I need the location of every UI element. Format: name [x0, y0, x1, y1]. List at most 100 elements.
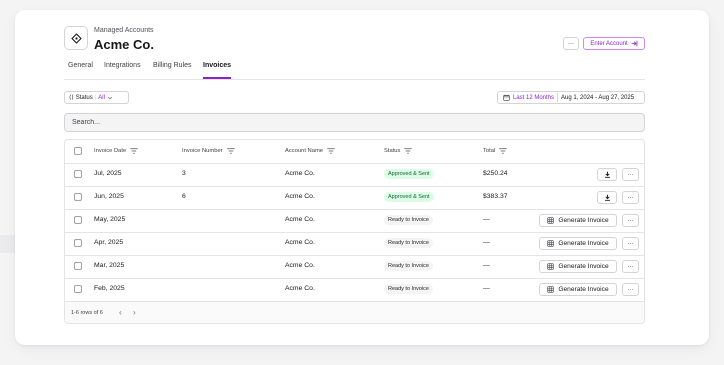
invoice-icon	[547, 263, 555, 270]
invoice-icon	[547, 217, 555, 224]
invoice-total: —	[483, 262, 490, 269]
invoice-icon	[547, 286, 555, 293]
invoice-date: Mar, 2025	[94, 262, 125, 269]
row-checkbox[interactable]	[74, 285, 82, 293]
enter-account-button[interactable]: Enter Account	[583, 37, 645, 50]
row-more-button[interactable]: ···	[622, 237, 639, 250]
table-footer: 1-6 rows of 6 ‹ ›	[65, 302, 644, 323]
row-checkbox[interactable]	[74, 170, 82, 178]
column-invoice-date[interactable]: Invoice Date	[94, 148, 138, 154]
tab-invoices[interactable]: Invoices	[203, 62, 231, 69]
generate-invoice-label: Generate Invoice	[558, 263, 609, 270]
column-total[interactable]: Total	[483, 148, 507, 154]
table-row[interactable]: Feb, 2025 Acme Co. Ready to Invoice — Ge…	[65, 278, 644, 302]
tag-icon	[64, 26, 88, 50]
row-more-button[interactable]: ···	[622, 191, 639, 204]
status-badge: Approved & Sent	[384, 192, 434, 202]
download-button[interactable]	[597, 168, 617, 181]
sort-icon	[226, 148, 235, 154]
sort-icon	[327, 148, 335, 154]
row-checkbox[interactable]	[74, 262, 82, 270]
status-filter-value: All	[98, 94, 105, 101]
table-row[interactable]: May, 2025 Acme Co. Ready to Invoice — Ge…	[65, 209, 644, 233]
chevron-down-icon	[107, 96, 113, 99]
more-actions-button[interactable]: ···	[563, 37, 579, 50]
more-icon: ···	[627, 217, 634, 224]
enter-account-label: Enter Account	[590, 40, 628, 47]
column-status[interactable]: Status	[384, 148, 413, 154]
more-icon: ···	[627, 240, 634, 247]
column-label: Status	[384, 148, 401, 154]
sort-icon	[499, 148, 507, 154]
download-icon	[604, 194, 610, 201]
filter-icon: ⟨⟩	[69, 95, 74, 101]
column-label: Invoice Date	[94, 148, 127, 154]
more-icon: ···	[627, 263, 634, 270]
tab-integrations[interactable]: Integrations	[104, 62, 141, 69]
table-row[interactable]: Apr, 2025 Acme Co. Ready to Invoice — Ge…	[65, 232, 644, 256]
status-badge: Approved & Sent	[384, 169, 434, 179]
more-icon: ···	[627, 194, 634, 201]
search-input[interactable]	[64, 113, 645, 132]
status-filter-label: Status	[75, 94, 93, 101]
table-row[interactable]: Jul, 2025 3 Acme Co. Approved & Sent $25…	[65, 163, 644, 187]
date-range-value: Aug 1, 2024 - Aug 27, 2025	[561, 94, 635, 101]
active-tab-indicator	[203, 77, 231, 79]
column-invoice-number[interactable]: Invoice Number	[182, 148, 235, 154]
invoice-total: —	[483, 239, 490, 246]
row-more-button[interactable]: ···	[622, 168, 639, 181]
invoice-date: Jul, 2025	[94, 170, 122, 177]
calendar-icon	[503, 94, 510, 101]
generate-invoice-label: Generate Invoice	[558, 217, 609, 224]
row-more-button[interactable]: ···	[622, 260, 639, 273]
row-more-button[interactable]: ···	[622, 283, 639, 296]
row-checkbox[interactable]	[74, 193, 82, 201]
status-filter[interactable]: ⟨⟩ Status | All	[64, 91, 129, 104]
more-icon: ···	[568, 40, 574, 47]
divider	[557, 93, 559, 102]
generate-invoice-button[interactable]: Generate Invoice	[539, 237, 617, 250]
tab-general[interactable]: General	[68, 62, 93, 69]
account-name: Acme Co.	[285, 262, 315, 269]
invoice-total: $250.24	[483, 170, 508, 177]
prev-page-button[interactable]: ‹	[119, 308, 122, 317]
select-all-checkbox[interactable]	[74, 147, 82, 155]
breadcrumb: Managed Accounts	[94, 27, 154, 34]
status-badge: Ready to Invoice	[384, 238, 433, 248]
generate-invoice-button[interactable]: Generate Invoice	[539, 283, 617, 296]
generate-invoice-button[interactable]: Generate Invoice	[539, 214, 617, 227]
invoice-number: 6	[182, 193, 186, 200]
status-badge: Ready to Invoice	[384, 261, 433, 271]
sort-icon	[404, 148, 413, 154]
download-button[interactable]	[597, 191, 617, 204]
table-row[interactable]: Jun, 2025 6 Acme Co. Approved & Sent $38…	[65, 186, 644, 210]
invoice-date: May, 2025	[94, 216, 126, 223]
status-badge: Ready to Invoice	[384, 215, 433, 225]
filter-separator: |	[94, 94, 97, 101]
row-more-button[interactable]: ···	[622, 214, 639, 227]
generate-invoice-button[interactable]: Generate Invoice	[539, 260, 617, 273]
generate-invoice-label: Generate Invoice	[558, 286, 609, 293]
table-header: Invoice Date Invoice Number Account Name…	[65, 140, 644, 164]
tab-billing-rules[interactable]: Billing Rules	[153, 62, 192, 69]
date-range-picker[interactable]: Last 12 Months Aug 1, 2024 - Aug 27, 202…	[497, 91, 645, 104]
invoice-total: $383.37	[483, 193, 508, 200]
next-page-button[interactable]: ›	[133, 308, 136, 317]
page-title: Acme Co.	[94, 37, 154, 52]
table-row[interactable]: Mar, 2025 Acme Co. Ready to Invoice — Ge…	[65, 255, 644, 279]
status-badge: Ready to Invoice	[384, 284, 433, 294]
row-checkbox[interactable]	[74, 216, 82, 224]
column-account-name[interactable]: Account Name	[285, 148, 335, 154]
account-name: Acme Co.	[285, 239, 315, 246]
rows-count: 1-6 rows of 6	[71, 310, 103, 316]
invoice-total: —	[483, 216, 490, 223]
account-name: Acme Co.	[285, 216, 315, 223]
invoice-date: Apr, 2025	[94, 239, 124, 246]
row-checkbox[interactable]	[74, 239, 82, 247]
column-label: Account Name	[285, 148, 324, 154]
account-name: Acme Co.	[285, 170, 315, 177]
account-name: Acme Co.	[285, 285, 315, 292]
invoices-table: Invoice Date Invoice Number Account Name…	[64, 139, 645, 324]
invoice-date: Jun, 2025	[94, 193, 124, 200]
more-icon: ···	[627, 171, 634, 178]
